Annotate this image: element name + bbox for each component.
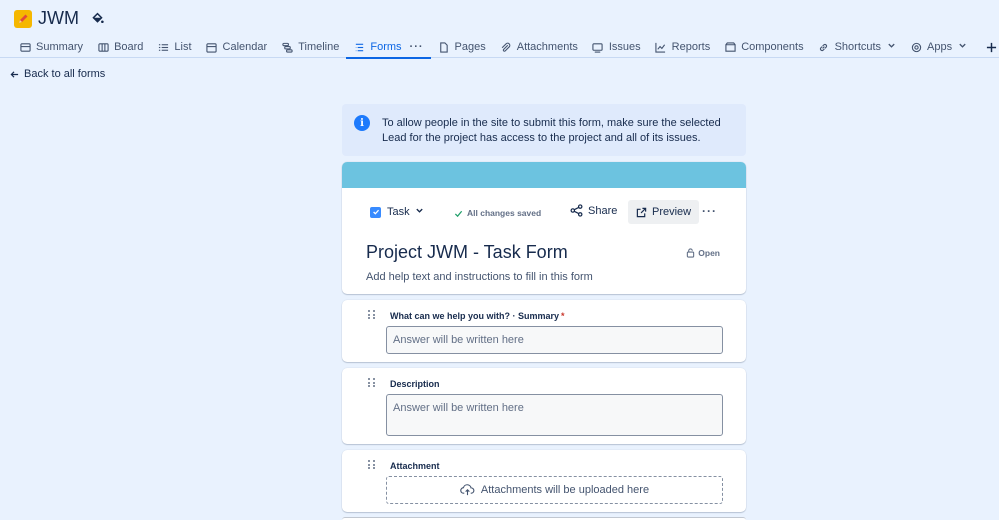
tab-attachments[interactable]: Attachments <box>493 36 585 58</box>
project-name: JWM <box>38 8 79 28</box>
arrow-left-icon <box>10 70 19 78</box>
summary-icon <box>19 41 31 53</box>
board-icon <box>97 41 109 53</box>
check-icon <box>454 210 463 217</box>
issue-type-label: Task <box>387 206 410 218</box>
back-label: Back to all forms <box>24 68 106 80</box>
paint-bucket-icon[interactable] <box>91 11 107 27</box>
task-checkbox-icon <box>370 206 381 218</box>
share-label: Share <box>588 204 618 217</box>
required-marker: * <box>561 311 565 321</box>
form-toolbar: Task All changes saved Share Preview ··· <box>342 200 746 226</box>
external-link-icon <box>636 207 647 217</box>
tab-apps[interactable]: Apps <box>903 36 974 58</box>
tab-shortcuts[interactable]: Shortcuts <box>811 36 903 58</box>
chevron-down-icon <box>958 41 967 53</box>
attachment-dropzone[interactable]: Attachments will be uploaded here <box>386 476 723 504</box>
access-status[interactable]: Open <box>686 248 720 258</box>
attachment-placeholder: Attachments will be uploaded here <box>480 484 650 496</box>
tab-label: Attachments <box>516 41 578 53</box>
field-label: Attachment <box>390 461 440 471</box>
preview-label: Preview <box>652 206 692 218</box>
tab-label: Issues <box>608 41 641 53</box>
preview-button[interactable]: Preview <box>628 200 700 224</box>
tab-components[interactable]: Components <box>717 36 810 58</box>
page-icon <box>438 41 450 53</box>
tab-forms[interactable]: Forms ··· <box>346 36 431 59</box>
paperclip-icon <box>500 41 512 53</box>
tab-pages[interactable]: Pages <box>431 36 493 58</box>
tab-reports[interactable]: Reports <box>648 36 718 58</box>
tab-label: Board <box>114 41 144 53</box>
drag-handle-icon[interactable] <box>368 460 376 470</box>
list-icon <box>157 41 169 53</box>
tab-label: Components <box>741 41 804 53</box>
add-tab-button[interactable] <box>980 36 999 58</box>
tab-summary[interactable]: Summary <box>12 36 90 58</box>
components-icon <box>724 41 736 53</box>
answer-placeholder[interactable]: Answer will be written here <box>386 326 723 354</box>
issue-type-select[interactable]: Task <box>370 206 424 218</box>
tab-list[interactable]: List <box>150 36 198 58</box>
back-to-forms-link[interactable]: Back to all forms <box>10 68 105 80</box>
field-label: What can we help you with? · Summary * <box>390 311 565 321</box>
tab-label: Summary <box>36 41 84 53</box>
tab-label: Shortcuts <box>834 41 882 53</box>
issues-icon <box>592 41 604 53</box>
top-header: JWM Summary Board List Calendar Timeline… <box>0 0 999 59</box>
help-text-input[interactable]: Add help text and instructions to fill i… <box>366 271 593 283</box>
lock-open-icon <box>687 248 695 258</box>
field-summary[interactable]: What can we help you with? · Summary * An… <box>342 300 746 362</box>
form-banner[interactable] <box>342 162 746 188</box>
tab-label: Apps <box>927 41 953 53</box>
more-icon[interactable]: ··· <box>410 41 424 53</box>
plus-icon <box>986 42 996 52</box>
drag-handle-icon[interactable] <box>368 310 376 320</box>
access-label: Open <box>698 248 720 258</box>
tab-label: List <box>174 41 192 53</box>
drag-handle-icon[interactable] <box>368 378 376 388</box>
tab-label: Reports <box>671 41 711 53</box>
form-header-card: Task All changes saved Share Preview ···… <box>342 162 746 294</box>
share-button[interactable]: Share <box>570 204 617 217</box>
project-avatar-icon <box>14 9 32 28</box>
info-text: To allow people in the site to submit th… <box>382 117 721 144</box>
forms-icon <box>353 41 365 53</box>
info-banner: i To allow people in the site to submit … <box>342 104 746 156</box>
save-status-text: All changes saved <box>467 208 542 218</box>
chevron-down-icon <box>415 206 424 218</box>
apps-icon <box>910 41 922 53</box>
chevron-down-icon <box>887 41 896 53</box>
save-status: All changes saved <box>454 208 541 218</box>
tab-timeline[interactable]: Timeline <box>274 36 346 58</box>
tab-label: Pages <box>454 41 486 53</box>
tab-label: Forms <box>370 41 402 53</box>
form-title[interactable]: Project JWM - Task Form <box>366 242 568 263</box>
share-icon <box>570 204 583 217</box>
project-tabs: Summary Board List Calendar Timeline For… <box>12 36 999 59</box>
calendar-icon <box>206 41 218 53</box>
answer-placeholder[interactable]: Answer will be written here <box>386 394 723 436</box>
info-icon: i <box>354 115 370 131</box>
tab-label: Timeline <box>298 41 340 53</box>
timeline-icon <box>281 41 293 53</box>
tab-calendar[interactable]: Calendar <box>199 36 275 58</box>
field-label: Description <box>390 379 440 389</box>
tab-label: Calendar <box>222 41 268 53</box>
cloud-upload-icon <box>460 484 475 496</box>
reports-icon <box>655 41 667 53</box>
more-actions-button[interactable]: ··· <box>702 204 717 218</box>
tab-board[interactable]: Board <box>90 36 150 58</box>
project-header[interactable]: JWM <box>14 8 107 29</box>
field-description[interactable]: Description Answer will be written here <box>342 368 746 444</box>
field-attachment[interactable]: Attachment Attachments will be uploaded … <box>342 450 746 512</box>
link-icon <box>818 41 830 53</box>
tab-issues[interactable]: Issues <box>585 36 648 58</box>
